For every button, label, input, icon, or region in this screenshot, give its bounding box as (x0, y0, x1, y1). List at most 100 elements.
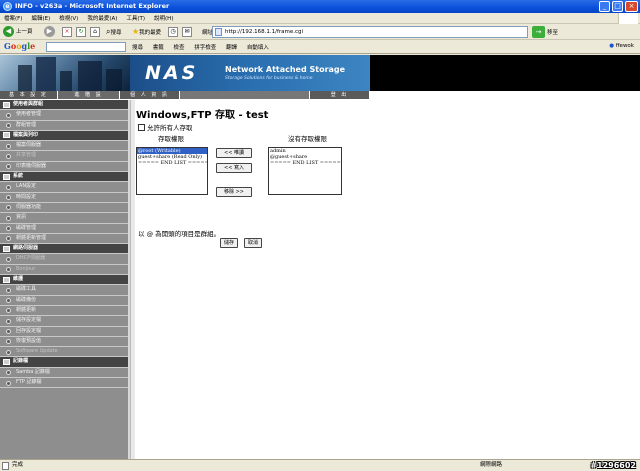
menu-file[interactable]: 檔案(F) (4, 14, 22, 22)
bullet-icon (6, 184, 11, 190)
sidebar-item-label: 韌體更新 (16, 306, 37, 313)
google-spellcheck-button[interactable]: 拼字檢查 (194, 45, 216, 51)
favorites-button[interactable]: ★我的最愛 (132, 26, 161, 38)
mail-button[interactable]: ✉ (182, 26, 192, 38)
sidebar-item-label: 磁碟工具 (16, 286, 37, 293)
menu-view[interactable]: 檢視(V) (59, 14, 78, 22)
menu-favorites[interactable]: 我的最愛(A) (87, 14, 117, 22)
sidebar-item-label: Bonjour (16, 265, 36, 272)
go-button[interactable]: → (532, 26, 545, 38)
sidebar-item[interactable]: 磁碟管理 (0, 223, 128, 234)
sidebar-item[interactable]: Bonjour (0, 264, 128, 276)
sidebar-item[interactable]: 韌體更新 (0, 305, 128, 317)
home-button[interactable]: ⌂ (90, 26, 100, 38)
folder-icon (3, 276, 10, 283)
sidebar-item[interactable]: FTP 記錄檔 (0, 378, 128, 389)
go-label[interactable]: 移至 (547, 28, 558, 36)
status-bar: 完成 網際網路 #1296602 (0, 459, 640, 471)
bullet-icon (6, 226, 11, 232)
tab-personal-info[interactable]: 個 人 資 訊 (120, 91, 180, 99)
set-writable-button[interactable]: << 寫入 (216, 163, 252, 173)
mail-icon: ✉ (182, 26, 192, 37)
cancel-button[interactable]: 取消 (244, 238, 262, 248)
bullet-icon (6, 153, 11, 159)
nas-logo: NAS (145, 62, 199, 84)
windows-logo-icon (618, 13, 638, 24)
sidebar-item[interactable]: 伺服器功能 (0, 202, 128, 214)
banner-subtitle: Storage Solutions for business & home (225, 76, 313, 81)
close-button[interactable]: × (625, 1, 638, 12)
sidebar-item-label: 恢復預設值 (16, 337, 42, 344)
bullet-icon (6, 164, 11, 170)
frame-splitter[interactable] (130, 100, 135, 459)
sidebar-item-label: 使用者管理 (16, 111, 42, 118)
sidebar-item[interactable]: 使用者管理 (0, 110, 128, 121)
bullet-icon (6, 329, 11, 335)
sidebar-item[interactable]: 檔案伺服器 (0, 141, 128, 152)
sidebar-item[interactable]: 資訊 (0, 213, 128, 224)
bullet-icon (6, 380, 11, 386)
list-item[interactable]: ===== END LIST ===== (269, 160, 341, 166)
bullet-icon (6, 112, 11, 118)
google-search-input[interactable] (46, 42, 126, 52)
maximize-button[interactable]: □ (612, 1, 623, 12)
save-button[interactable]: 儲存 (220, 238, 238, 248)
google-logo: Google (4, 41, 36, 51)
sidebar-item[interactable]: DHCP伺服器 (0, 254, 128, 265)
sidebar-item[interactable]: 群組管理 (0, 120, 128, 131)
google-autofill-button[interactable]: 自動填入 (247, 45, 269, 51)
menu-bar: 檔案(F) 編輯(E) 檢視(V) 我的最愛(A) 工具(T) 說明(H) (0, 13, 640, 24)
sidebar-item[interactable]: 回存設定檔 (0, 326, 128, 337)
stop-button[interactable]: × (62, 26, 72, 38)
allow-all-row[interactable]: 允許所有人存取 (138, 122, 193, 132)
sidebar-item[interactable]: 共享管理 (0, 151, 128, 162)
google-check-button[interactable]: 檢查 (174, 45, 185, 51)
access-listbox[interactable]: @root (Writable) guest+share (Read Only)… (136, 147, 208, 195)
bullet-icon (6, 205, 11, 211)
list-item[interactable]: ===== END LIST ===== (137, 160, 207, 166)
set-readonly-button[interactable]: << 唯讀 (216, 148, 252, 158)
allow-all-label: 允許所有人存取 (147, 124, 193, 132)
window-title: INFO - v263a - Microsoft Internet Explor… (15, 2, 170, 10)
no-access-listbox[interactable]: admin @guest+share ===== END LIST ===== (268, 147, 342, 195)
history-button[interactable]: ◷ (168, 26, 178, 38)
sidebar-item[interactable]: 韌體更新管理 (0, 233, 128, 245)
sidebar-item[interactable]: 時間設定 (0, 192, 128, 203)
allow-all-checkbox[interactable] (138, 123, 145, 131)
tab-basic-settings[interactable]: 基 本 設 定 (0, 91, 58, 99)
tab-logout[interactable]: 登 出 (310, 91, 370, 99)
back-button[interactable]: ◀ 上一頁 (3, 26, 33, 38)
sidebar-item[interactable]: Samba 記錄檔 (0, 367, 128, 379)
google-bookmarks-button[interactable]: 書籤 (153, 45, 164, 51)
sidebar-item[interactable]: LAN設定 (0, 182, 128, 193)
sidebar-item[interactable]: 儲存設定檔 (0, 316, 128, 327)
google-search-button[interactable]: 搜尋 (132, 45, 143, 51)
sidebar-item-label: 共享管理 (16, 152, 37, 159)
home-icon: ⌂ (90, 26, 100, 37)
tab-advanced-settings[interactable]: 進 階 設 (58, 91, 120, 99)
sidebar-item[interactable]: 磁碟工具 (0, 285, 128, 296)
sidebar-item[interactable]: 恢復預設值 (0, 336, 128, 348)
remove-button[interactable]: 移除 >> (216, 187, 252, 197)
refresh-icon: ↻ (76, 26, 86, 37)
forward-button[interactable]: ▶ (44, 26, 57, 38)
bullet-icon (6, 195, 11, 201)
search-button[interactable]: ⌕搜尋 (106, 26, 122, 38)
sidebar-item-label: 使用者與群組 (13, 101, 44, 107)
menu-edit[interactable]: 編輯(E) (31, 14, 50, 22)
google-translate-button[interactable]: 翻譯 (226, 45, 237, 51)
menu-help[interactable]: 說明(H) (154, 14, 173, 22)
google-account[interactable]: ● ffewok (609, 43, 634, 49)
sidebar-item[interactable]: 印表機伺服器 (0, 161, 128, 173)
account-icon: ● (609, 43, 615, 49)
page-icon (215, 28, 222, 36)
google-toolbar-items: 搜尋 書籤 檢查 拼字檢查 翻譯 自動填入 (132, 43, 277, 51)
sidebar-item[interactable]: 磁碟備份 (0, 295, 128, 306)
bullet-icon (6, 339, 11, 345)
sidebar-item-label: 磁碟管理 (16, 224, 37, 231)
minimize-button[interactable]: _ (599, 1, 610, 12)
sidebar-item[interactable]: Software Update (0, 347, 128, 358)
refresh-button[interactable]: ↻ (76, 26, 86, 38)
address-bar[interactable]: http://192.168.1.1/frame.cgi (212, 26, 528, 38)
menu-tools[interactable]: 工具(T) (126, 14, 145, 22)
